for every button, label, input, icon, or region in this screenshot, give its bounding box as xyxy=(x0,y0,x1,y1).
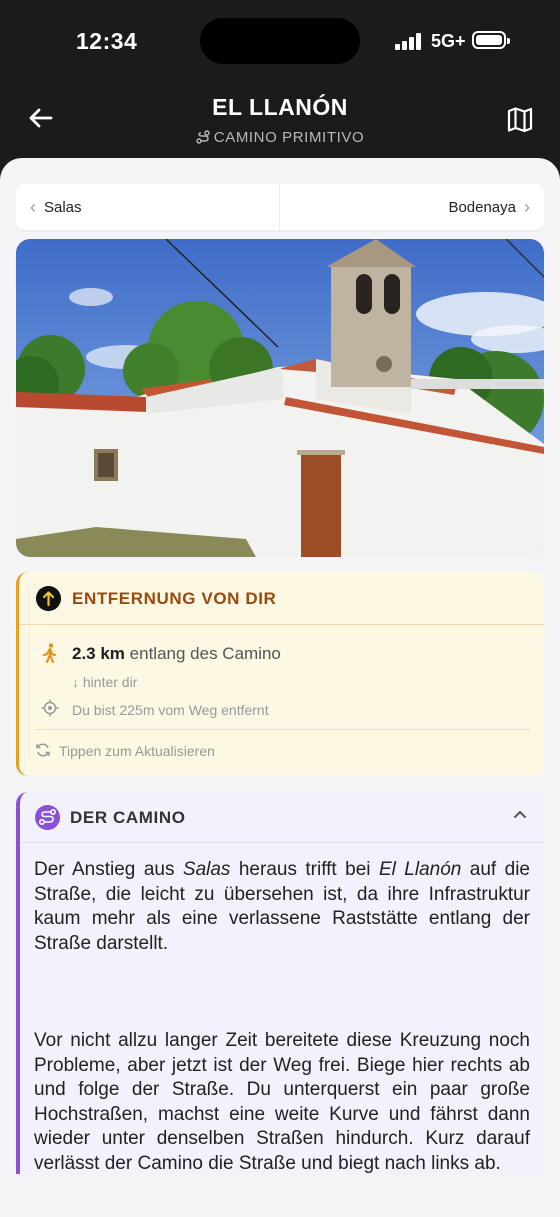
chevron-left-icon: ‹ xyxy=(30,196,36,217)
camino-card-header[interactable]: DER CAMINO xyxy=(20,792,544,843)
page-subtitle: CAMINO PRIMITIVO xyxy=(0,129,560,146)
distance-km: 2.3 km xyxy=(72,644,125,663)
page-title: EL LLANÓN xyxy=(212,94,348,120)
camino-card-title: DER CAMINO xyxy=(70,808,186,827)
direction-hint: ↓ hinter dir xyxy=(72,674,138,690)
stage-navigation: ‹ Salas Bodenaya › xyxy=(16,184,544,230)
status-time: 12:34 xyxy=(76,28,138,54)
chevron-up-icon[interactable] xyxy=(510,804,530,824)
battery-icon xyxy=(472,31,510,49)
text-run: heraus trifft bei xyxy=(230,859,379,880)
location-target-icon xyxy=(41,699,59,717)
camino-card: DER CAMINO Der Anstieg aus Salas heraus … xyxy=(16,792,544,1174)
network-label: 5G+ xyxy=(431,31,466,51)
distance-card-header: ENTFERNUNG VON DIR xyxy=(19,572,544,625)
previous-location-label: Salas xyxy=(44,198,82,216)
signal-icon xyxy=(395,32,425,50)
bottom-area xyxy=(0,1174,560,1217)
text-run: Der Anstieg aus xyxy=(34,859,183,880)
distance-suffix: entlang des Camino xyxy=(129,644,281,663)
location-photo xyxy=(16,239,544,557)
map-button[interactable] xyxy=(500,100,540,140)
route-icon xyxy=(35,805,60,830)
status-bar: 12:34 5G+ xyxy=(0,0,560,80)
chevron-right-icon: › xyxy=(524,196,530,217)
distance-value: 2.3 km entlang des Camino xyxy=(72,644,281,664)
subtitle-text: CAMINO PRIMITIVO xyxy=(213,129,365,146)
dynamic-island xyxy=(200,18,360,64)
refresh-icon xyxy=(36,743,50,757)
walking-icon xyxy=(42,643,57,663)
camino-description: Der Anstieg aus Salas heraus trifft bei … xyxy=(34,858,530,1174)
place-name: El Llanón xyxy=(378,859,462,880)
map-icon xyxy=(507,107,533,133)
camino-paragraph-1: Der Anstieg aus Salas heraus trifft bei … xyxy=(34,858,530,956)
divider xyxy=(279,184,280,230)
distance-card[interactable]: ENTFERNUNG VON DIR 2.3 km entlang des Ca… xyxy=(16,572,544,776)
camino-paragraph-2: Vor nicht allzu langer Zeit bereitete di… xyxy=(34,1030,530,1174)
divider xyxy=(35,729,530,730)
route-icon xyxy=(196,130,210,144)
refresh-hint[interactable]: Tippen zum Aktualisieren xyxy=(59,743,215,759)
previous-location-button[interactable]: ‹ Salas xyxy=(16,184,278,230)
arrow-up-icon xyxy=(36,586,61,611)
off-path-distance: Du bist 225m vom Weg entfernt xyxy=(72,702,269,718)
distance-card-title: ENTFERNUNG VON DIR xyxy=(72,589,277,608)
place-name: Salas xyxy=(182,859,231,880)
next-location-label: Bodenaya xyxy=(448,198,516,216)
next-location-button[interactable]: Bodenaya › xyxy=(282,184,544,230)
